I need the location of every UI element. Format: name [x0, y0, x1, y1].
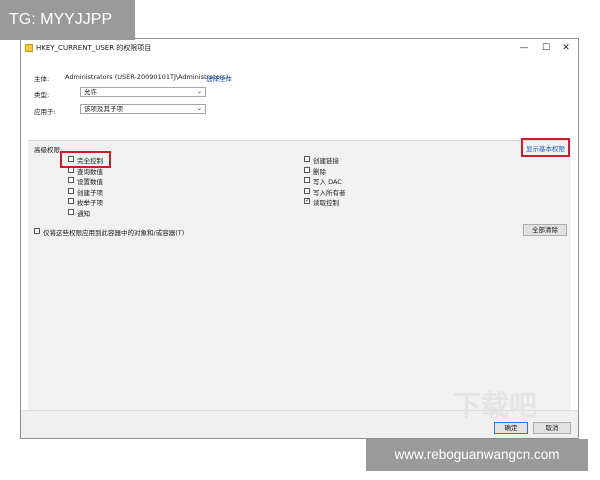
cancel-button[interactable]: 取消	[533, 422, 571, 434]
checkbox-checked[interactable]: ✓	[304, 198, 310, 205]
permission-label: 设置数值	[77, 178, 103, 187]
permission-row[interactable]: 写入 DAC	[304, 176, 384, 187]
permission-entry-window: HKEY_CURRENT_USER 的权限项目 — ☐ ✕ 主体: Admini…	[20, 38, 579, 439]
principal-value: Administrators (USER-20090101TJ\Administ…	[65, 73, 229, 81]
tag-overlay: TG: MYYJJPP	[0, 0, 135, 40]
window-title: HKEY_CURRENT_USER 的权限项目	[36, 44, 152, 52]
permission-label: 创建子项	[77, 188, 103, 197]
permission-label: 读取控制	[313, 199, 339, 208]
applies-to-value: 该项及其子项	[84, 105, 123, 113]
maximize-button[interactable]: ☐	[536, 41, 556, 55]
minimize-button[interactable]: —	[514, 41, 534, 55]
checkbox[interactable]	[304, 187, 310, 194]
close-button[interactable]: ✕	[556, 41, 576, 55]
permission-row[interactable]: 删除	[304, 166, 384, 176]
url-overlay: www.reboguanwangcn.com	[366, 439, 588, 471]
permission-row[interactable]: 创建子项	[68, 187, 148, 197]
permission-label: 删除	[313, 167, 326, 176]
watermark-logo: 下载吧	[453, 389, 538, 422]
checkbox[interactable]	[304, 156, 310, 162]
permission-label: 通知	[77, 210, 90, 218]
type-select-value: 允许	[84, 88, 97, 96]
checkbox[interactable]	[68, 209, 74, 215]
chevron-down-icon: ⌄	[196, 88, 202, 95]
permission-row[interactable]: ✓ 读取控制	[304, 197, 384, 208]
apply-only-label: 仅将这些权限应用到此容器中的对象和/或容器(T)	[43, 229, 185, 237]
show-basic-permissions-link[interactable]: 显示基本权限	[526, 143, 565, 153]
clear-all-button[interactable]: 全部清除	[523, 224, 567, 236]
select-principal-link[interactable]: 选择主体	[206, 73, 232, 83]
checkbox[interactable]	[68, 198, 74, 205]
permission-row[interactable]: 设置数值	[68, 176, 148, 187]
checkbox[interactable]	[68, 177, 74, 184]
permission-row[interactable]: 通知	[68, 208, 148, 218]
permission-row[interactable]: 枚举子项	[68, 197, 148, 208]
advanced-permissions-section: 高级权限: 完全控制 查询数值 设置数值 创建子项 枚举子项 通知 创建链接 删除 写入 DA…	[28, 138, 571, 410]
permission-label: 写入所有者	[313, 188, 346, 197]
apply-only-checkbox-row[interactable]: 仅将这些权限应用到此容器中的对象和/或容器(T)	[34, 227, 334, 237]
title-bar: HKEY_CURRENT_USER 的权限项目 — ☐ ✕	[21, 39, 578, 57]
permission-label: 创建链接	[313, 157, 339, 165]
checkbox[interactable]	[304, 166, 310, 173]
chevron-down-icon: ⌄	[196, 105, 202, 112]
permission-label: 写入 DAC	[313, 178, 342, 187]
permission-row[interactable]: 创建链接	[304, 155, 384, 165]
principal-section: 主体: Administrators (USER-20090101TJ\Admi…	[28, 64, 571, 136]
type-select[interactable]: 允许 ⌄	[80, 87, 206, 97]
permission-label: 枚举子项	[77, 199, 103, 208]
apply-only-checkbox[interactable]	[34, 228, 40, 234]
checkbox[interactable]	[68, 187, 74, 194]
applies-to-select[interactable]: 该项及其子项 ⌄	[80, 104, 206, 114]
type-label: 类型:	[34, 91, 50, 99]
folder-icon	[25, 44, 33, 52]
applies-to-label: 应用于:	[34, 108, 56, 116]
principal-label: 主体:	[34, 75, 50, 83]
advanced-permissions-label: 高级权限:	[34, 146, 63, 154]
full-control-highlight	[60, 151, 111, 168]
permission-row[interactable]: 写入所有者	[304, 187, 384, 197]
checkbox[interactable]	[304, 177, 310, 184]
